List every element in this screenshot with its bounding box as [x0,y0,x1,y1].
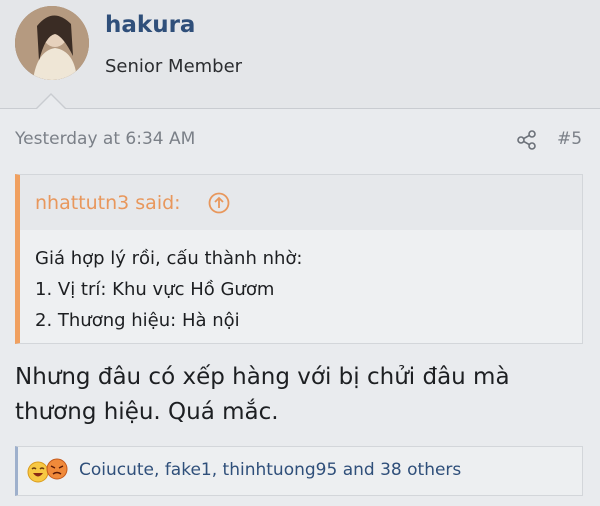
haha-face-icon [27,461,49,483]
share-icon[interactable] [517,130,537,150]
post-header: hakura Senior Member [0,0,600,109]
quote-line: Giá hợp lý rồi, cấu thành nhờ: [35,248,303,269]
angry-face-icon [46,458,68,480]
message-pointer-fill [36,95,66,110]
quote-header: nhattutn3 said: [20,175,582,230]
quote-author[interactable]: nhattutn3 said: [35,192,181,214]
post-number[interactable]: #5 [557,129,582,149]
reaction-users[interactable]: Coiucute, fake1, thinhtuong95 and 38 oth… [79,460,461,480]
reactions-bar[interactable]: Coiucute, fake1, thinhtuong95 and 38 oth… [15,446,583,496]
arrow-up-circle-icon[interactable] [208,192,230,214]
quote-line: 2. Thương hiệu: Hà nội [35,310,240,331]
post-timestamp[interactable]: Yesterday at 6:34 AM [15,129,195,149]
avatar-photo [15,6,89,80]
avatar[interactable] [15,6,89,80]
reaction-icons [27,458,68,483]
username[interactable]: hakura [105,12,195,38]
quote-block: nhattutn3 said: Giá hợp lý rồi, cấu thàn… [15,174,583,344]
message-line: thương hiệu. Quá mắc. [15,399,279,425]
quote-text: Giá hợp lý rồi, cấu thành nhờ: 1. Vị trí… [35,243,572,336]
user-title: Senior Member [105,56,243,77]
message-body: Nhưng đâu có xếp hàng với bị chửi đâu mà… [15,360,575,430]
message-line: Nhưng đâu có xếp hàng với bị chửi đâu mà [15,364,510,390]
quote-line: 1. Vị trí: Khu vực Hồ Gươm [35,279,275,300]
